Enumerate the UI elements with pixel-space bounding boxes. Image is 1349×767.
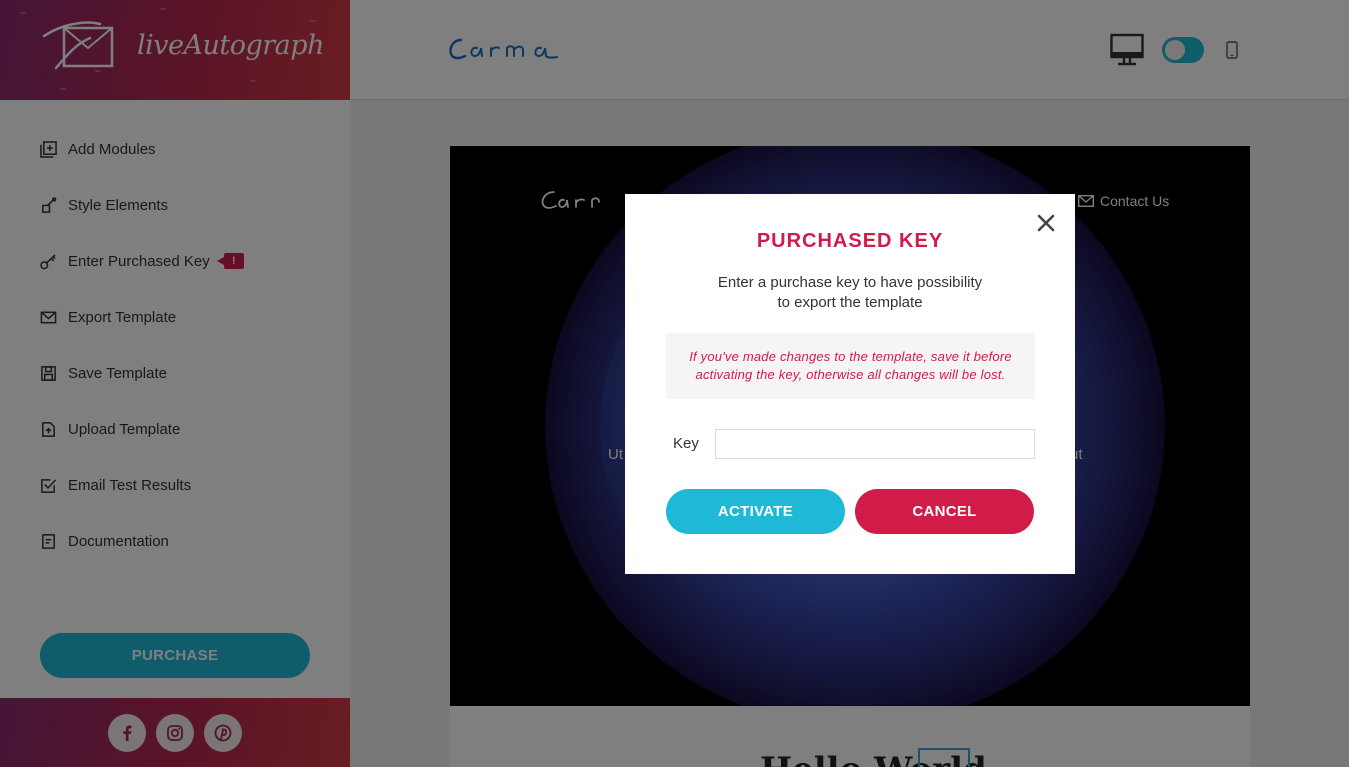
warning-box: If you've made changes to the template, … <box>666 333 1035 399</box>
warning-text-line: activating the key, otherwise all change… <box>695 367 1006 382</box>
warning-text-line: If you've made changes to the template, … <box>689 349 1012 364</box>
activate-button[interactable]: ACTIVATE <box>666 489 845 534</box>
cancel-button[interactable]: CANCEL <box>855 489 1034 534</box>
dialog-subtitle-line: Enter a purchase key to have possibility <box>717 274 983 291</box>
dialog-subtitle: Enter a purchase key to have possibility… <box>700 273 1000 313</box>
purchased-key-dialog: PURCHASED KEY Enter a purchase key to ha… <box>625 194 1075 574</box>
key-input[interactable] <box>715 429 1035 459</box>
dialog-title: PURCHASED KEY <box>756 230 944 252</box>
key-label: Key <box>673 435 699 452</box>
dialog-subtitle-line: to export the template <box>777 294 923 311</box>
